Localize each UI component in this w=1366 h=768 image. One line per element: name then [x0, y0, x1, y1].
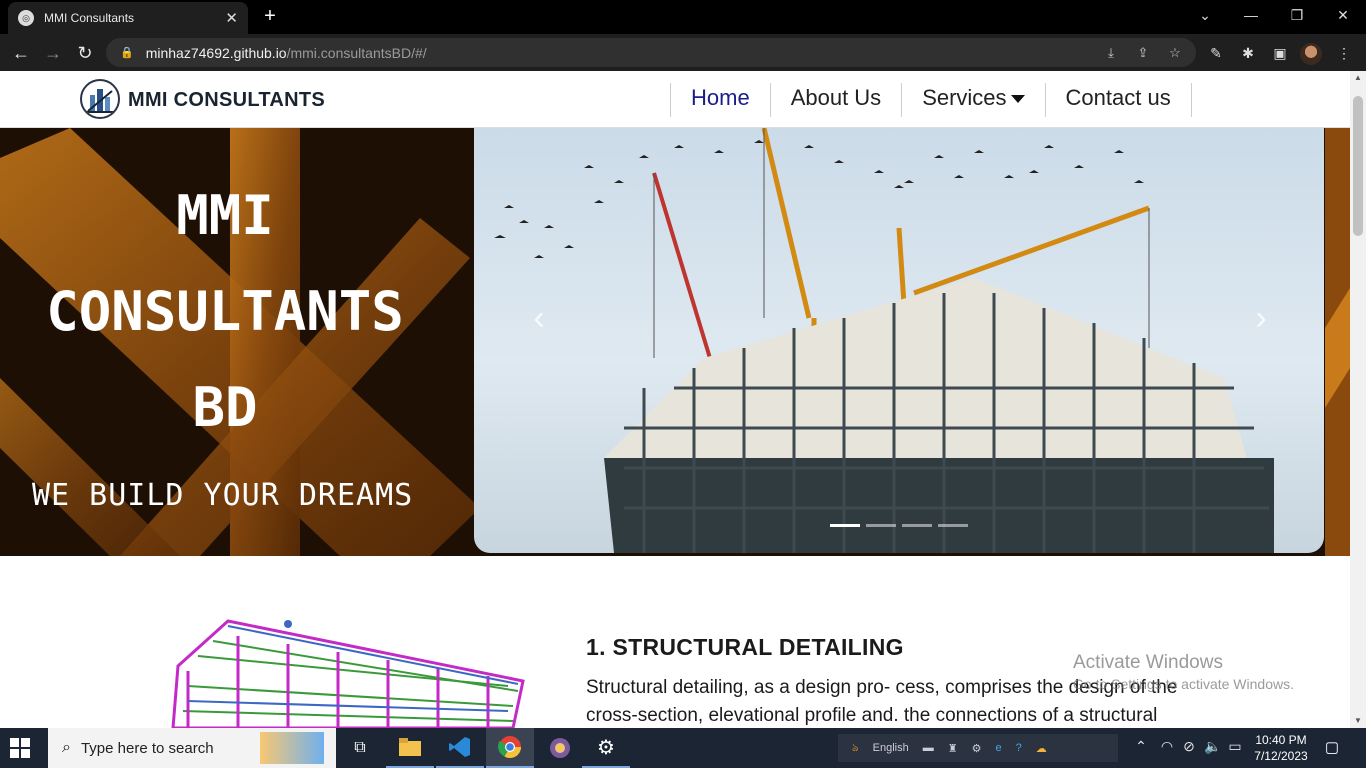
carousel-indicator-1[interactable]	[830, 524, 860, 527]
browser-toolbar: ← → ↻ 🔒 minhaz74692.github.io/mmi.consul…	[0, 34, 1366, 71]
close-tab-icon[interactable]: ✕	[225, 9, 238, 27]
browser-menu-icon[interactable]: ⋮	[1334, 43, 1354, 63]
activate-windows-watermark: Activate Windows Go to Settings to activ…	[1073, 652, 1294, 692]
site-header: MMI CONSULTANTS Home About Us Services C…	[0, 71, 1350, 128]
carousel-prev-icon[interactable]: ‹	[524, 298, 554, 338]
help-icon: ?	[1015, 742, 1022, 754]
wifi-icon[interactable]: ◠	[1158, 738, 1176, 755]
side-panel-icon[interactable]: ▣	[1270, 43, 1290, 63]
notification-center-icon[interactable]: ▢	[1322, 738, 1342, 758]
vscode-icon[interactable]	[436, 728, 484, 768]
carousel-indicators	[830, 524, 968, 527]
pen-tray-icon: ♜	[947, 742, 958, 755]
obs-app-icon[interactable]	[536, 728, 584, 768]
hero-title: MMI CONSULTANTS BD	[0, 168, 450, 456]
hero-section: MMI CONSULTANTS BD WE BUILD YOUR DREAMS	[0, 128, 1350, 556]
bookmark-star-icon[interactable]: ☆	[1166, 44, 1184, 62]
language-toolbar[interactable]: ঌ English ▬ ♜ ⚙ e ? ☁	[838, 734, 1118, 762]
chrome-icon[interactable]	[486, 728, 534, 768]
battery-icon[interactable]: ▭	[1226, 738, 1244, 755]
image-carousel[interactable]: ‹ ›	[474, 128, 1324, 553]
tray-settings-icon: ⚙	[971, 742, 982, 755]
mic-muted-icon[interactable]: ⊘	[1180, 738, 1198, 755]
language-label: English	[872, 742, 909, 754]
search-placeholder: Type here to search	[80, 739, 214, 757]
install-app-icon[interactable]: ⤓	[1102, 44, 1120, 62]
site-logo[interactable]	[80, 79, 120, 119]
nav-home[interactable]: Home	[670, 83, 770, 117]
search-highlight-icon	[260, 732, 324, 764]
main-nav: Home About Us Services Contact us	[670, 83, 1192, 117]
carousel-indicator-3[interactable]	[902, 524, 932, 527]
hero-tagline: WE BUILD YOUR DREAMS	[32, 478, 414, 513]
nav-about-us[interactable]: About Us	[769, 83, 902, 117]
weather-icon: ☁	[1035, 742, 1047, 755]
carousel-indicator-2[interactable]	[866, 524, 896, 527]
taskbar-clock[interactable]: 10:40 PM 7/12/2023	[1244, 732, 1318, 764]
tab-search-chevron-icon[interactable]: ⌄	[1182, 0, 1228, 34]
nav-services-label: Services	[922, 85, 1007, 110]
page-scrollbar[interactable]: ▲ ▼	[1350, 71, 1366, 728]
minimize-button[interactable]: —	[1228, 0, 1274, 34]
watermark-subtitle: Go to Settings to activate Windows.	[1073, 676, 1294, 692]
watermark-title: Activate Windows	[1073, 652, 1223, 673]
hero-title-line-1: MMI	[176, 184, 274, 247]
tab-title: MMI Consultants	[44, 11, 135, 25]
windows-start-icon[interactable]	[10, 738, 30, 758]
scrollbar-thumb[interactable]	[1353, 96, 1363, 236]
brand-name[interactable]: MMI CONSULTANTS	[128, 89, 325, 112]
services-section: 1. STRUCTURAL DETAILING Structural detai…	[0, 556, 1350, 728]
search-icon: ⌕	[62, 739, 71, 756]
construction-cranes-photo	[494, 128, 1274, 553]
settings-gear-icon[interactable]: ⚙	[582, 728, 630, 768]
ie-icon: e	[995, 742, 1002, 754]
carousel-indicator-4[interactable]	[938, 524, 968, 527]
clock-time: 10:40 PM	[1255, 733, 1307, 747]
nav-services[interactable]: Services	[901, 83, 1044, 117]
building-logo-icon	[86, 89, 114, 113]
hero-title-line-3: BD	[192, 376, 258, 439]
file-explorer-icon[interactable]	[386, 728, 434, 768]
new-tab-button[interactable]: +	[258, 4, 282, 28]
volume-icon[interactable]: 🔈	[1204, 738, 1222, 755]
scroll-up-icon[interactable]: ▲	[1350, 71, 1366, 85]
share-icon[interactable]: ⇪	[1134, 44, 1152, 62]
browser-tab[interactable]: ◎ MMI Consultants ✕	[8, 2, 248, 34]
browser-tab-bar: ◎ MMI Consultants ✕ + ⌄ — ❐ ✕	[0, 0, 1366, 34]
website-viewport: MMI CONSULTANTS Home About Us Services C…	[0, 71, 1350, 728]
hero-title-line-2: CONSULTANTS	[46, 280, 404, 343]
taskbar-search-box[interactable]: ⌕ Type here to search	[48, 728, 336, 768]
site-favicon-icon: ◎	[18, 10, 34, 26]
structural-model-image	[171, 619, 525, 728]
forward-arrow-icon[interactable]: →	[40, 40, 66, 66]
clock-date: 7/12/2023	[1254, 749, 1308, 763]
input-method-icon: ঌ	[852, 741, 859, 754]
reload-icon[interactable]: ↻	[72, 40, 98, 66]
extensions-puzzle-icon[interactable]: ✱	[1238, 43, 1258, 63]
section-title: 1. STRUCTURAL DETAILING	[586, 634, 904, 660]
lock-icon: 🔒	[120, 47, 134, 59]
url-path: /mmi.consultantsBD/#/	[286, 44, 427, 61]
scroll-down-icon[interactable]: ▼	[1350, 714, 1366, 728]
windows-taskbar: ⌕ Type here to search ⧉ ⚙ ঌ English ▬ ♜ …	[0, 728, 1366, 768]
show-hidden-icons-chevron-icon[interactable]: ⌃	[1132, 738, 1150, 755]
nav-contact-us[interactable]: Contact us	[1044, 83, 1192, 117]
pen-extension-icon[interactable]: ✎	[1206, 43, 1226, 63]
profile-avatar[interactable]	[1300, 43, 1322, 65]
restore-button[interactable]: ❐	[1274, 0, 1320, 34]
task-view-icon[interactable]: ⧉	[336, 728, 384, 768]
back-arrow-icon[interactable]: ←	[8, 40, 34, 66]
keyboard-icon: ▬	[922, 742, 934, 754]
address-bar[interactable]: 🔒 minhaz74692.github.io/mmi.consultantsB…	[106, 38, 1196, 67]
carousel-next-icon[interactable]: ›	[1246, 298, 1276, 338]
close-window-button[interactable]: ✕	[1320, 0, 1366, 34]
caret-down-icon	[1010, 95, 1025, 104]
url-host: minhaz74692.github.io	[145, 44, 287, 61]
